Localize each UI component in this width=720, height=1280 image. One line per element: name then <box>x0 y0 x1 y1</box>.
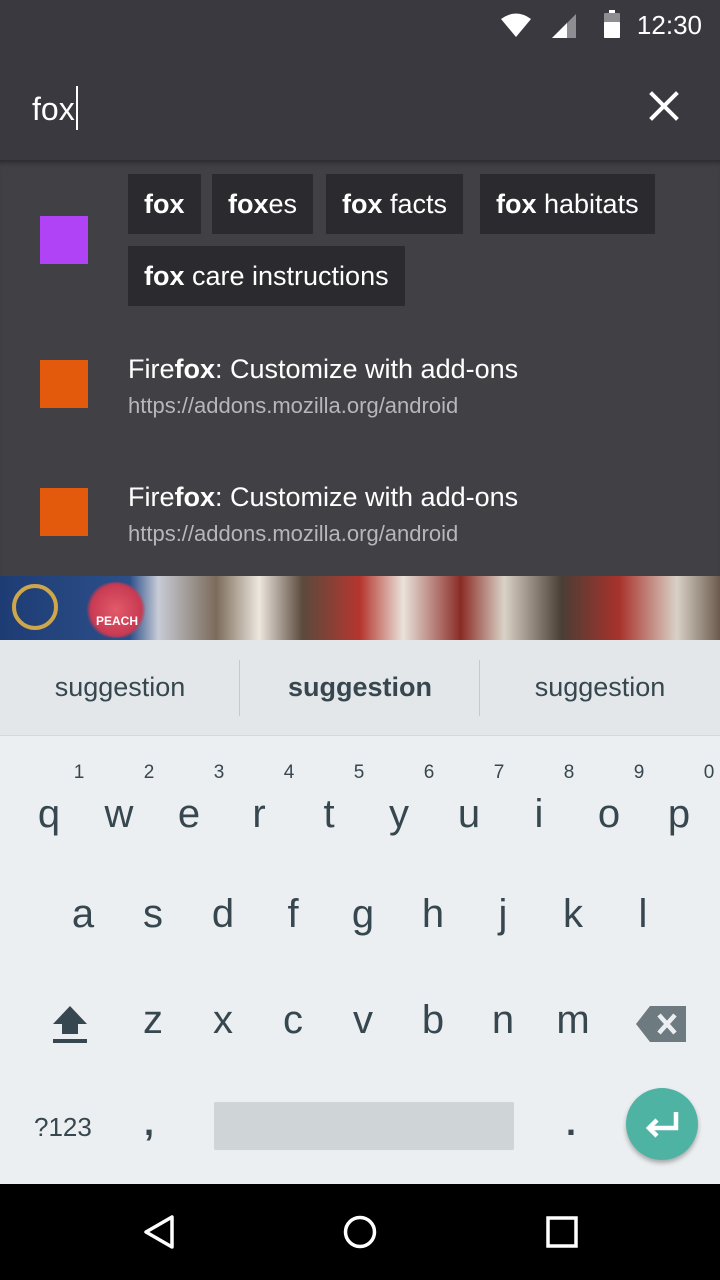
key-i[interactable]: i <box>509 792 569 837</box>
key-x[interactable]: x <box>193 998 253 1043</box>
key-number-hint: 1 <box>73 762 85 783</box>
key-number-hint: 4 <box>283 762 295 783</box>
playoff-logo <box>12 584 58 630</box>
key-z[interactable]: z <box>123 998 183 1043</box>
key-e[interactable]: e <box>159 792 219 837</box>
key-number-hint: 8 <box>563 762 575 783</box>
search-suggestion-chip[interactable]: fox facts <box>326 174 464 234</box>
search-suggestion-chip[interactable]: fox <box>128 174 201 234</box>
key-u[interactable]: u <box>439 792 499 837</box>
navigation-bar <box>0 1184 720 1280</box>
search-suggestion-chip[interactable]: fox habitats <box>480 174 655 234</box>
key-t[interactable]: t <box>299 792 359 837</box>
chip-text: care instructions <box>184 261 389 291</box>
key-number-hint: 2 <box>143 762 155 783</box>
key-l[interactable]: l <box>613 892 673 937</box>
recents-icon[interactable] <box>544 1214 580 1250</box>
keyboard-suggestion[interactable]: suggestion <box>0 640 240 736</box>
chip-bold-text: fox <box>144 261 185 291</box>
history-item-url: https://addons.mozilla.org/android <box>128 393 459 418</box>
key-v[interactable]: v <box>333 998 393 1043</box>
chip-text: facts <box>382 189 448 219</box>
status-bar: 12:30 <box>0 0 720 50</box>
history-item-url: https://addons.mozilla.org/android <box>128 521 459 546</box>
key-o[interactable]: o <box>579 792 639 837</box>
key-h[interactable]: h <box>403 892 463 937</box>
key-y[interactable]: y <box>369 792 429 837</box>
key-j[interactable]: j <box>473 892 533 937</box>
history-item-title: Firefox: Customize with add-ons <box>128 482 519 512</box>
key-w[interactable]: w <box>89 792 149 837</box>
keyboard: suggestion suggestion suggestion q 1w 2e 3r… <box>0 640 720 1184</box>
text-caret <box>75 86 78 130</box>
keyboard-suggestion[interactable]: suggestion <box>240 640 480 736</box>
key-f[interactable]: f <box>263 892 323 937</box>
key-r[interactable]: r <box>229 792 289 837</box>
key-s[interactable]: s <box>123 892 183 937</box>
key-number-hint: 6 <box>423 762 435 783</box>
wifi-icon <box>501 13 531 37</box>
key-q[interactable]: q <box>19 792 79 837</box>
chip-bold-text: fox <box>228 189 269 219</box>
url-input-value: fox <box>32 91 75 127</box>
close-icon[interactable] <box>640 82 688 130</box>
keyboard-suggestion-strip: suggestion suggestion suggestion <box>0 640 720 736</box>
search-suggestion-icon <box>40 216 88 264</box>
key-number-hint: 3 <box>213 762 225 783</box>
suggestions-panel: fox foxes fox facts fox habitats fox car… <box>0 160 720 576</box>
key-p[interactable]: p <box>649 792 709 837</box>
battery-icon <box>604 10 620 38</box>
enter-icon <box>645 1112 679 1138</box>
backspace-key-icon[interactable] <box>636 1006 686 1042</box>
key-d[interactable]: d <box>193 892 253 937</box>
symbols-key[interactable]: ?123 <box>34 1112 92 1143</box>
peach-bowl-logo: PEACH <box>84 582 148 638</box>
search-suggestion-chip[interactable]: foxes <box>212 174 314 234</box>
key-number-hint: 9 <box>633 762 645 783</box>
chip-bold-text: fox <box>144 189 185 219</box>
key-c[interactable]: c <box>263 998 323 1043</box>
site-favicon-icon <box>40 488 88 536</box>
url-bar[interactable]: fox <box>0 60 720 160</box>
chip-bold-text: fox <box>342 189 383 219</box>
period-key[interactable]: . <box>566 1102 576 1144</box>
keyboard-suggestion[interactable]: suggestion <box>480 640 720 736</box>
chip-text: es <box>268 189 298 219</box>
key-number-hint: 5 <box>353 762 365 783</box>
key-number-hint: 0 <box>703 762 715 783</box>
toolbar: 12:30 fox <box>0 0 720 160</box>
key-g[interactable]: g <box>333 892 393 937</box>
clock: 12:30 <box>636 10 702 40</box>
chip-text: habitats <box>536 189 639 219</box>
chip-bold-text: fox <box>496 189 537 219</box>
comma-key[interactable]: , <box>144 1102 154 1144</box>
key-m[interactable]: m <box>543 998 603 1043</box>
space-bar[interactable] <box>214 1102 514 1150</box>
home-icon[interactable] <box>342 1214 378 1250</box>
key-b[interactable]: b <box>403 998 463 1043</box>
web-content: PEACH <box>0 576 720 640</box>
signal-icon <box>552 14 576 38</box>
search-suggestion-chip[interactable]: fox care instructions <box>128 246 405 306</box>
enter-key[interactable] <box>626 1088 698 1160</box>
key-k[interactable]: k <box>543 892 603 937</box>
history-item-title: Firefox: Customize with add-ons <box>128 354 519 384</box>
key-number-hint: 7 <box>493 762 505 783</box>
key-a[interactable]: a <box>53 892 113 937</box>
shift-key-icon[interactable] <box>50 1004 90 1044</box>
back-icon[interactable] <box>142 1214 178 1250</box>
key-n[interactable]: n <box>473 998 533 1043</box>
site-favicon-icon <box>40 360 88 408</box>
url-input[interactable]: fox <box>32 86 78 130</box>
